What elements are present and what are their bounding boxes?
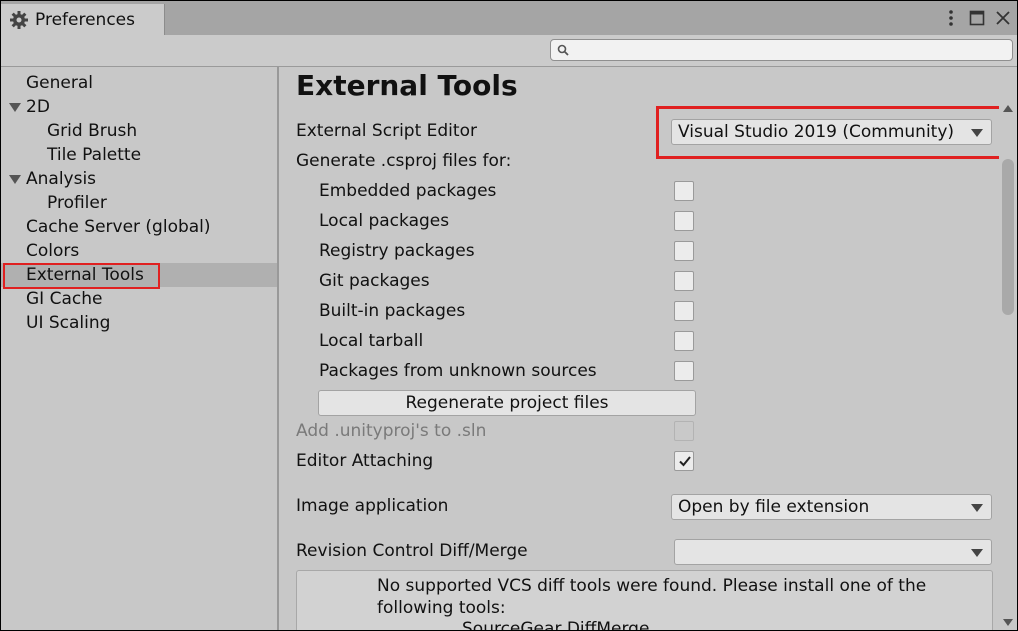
preferences-window: Preferences General 2D Grid Brush Tile P… — [1, 1, 1017, 630]
expand-arrow-icon[interactable] — [9, 175, 21, 184]
search-icon — [557, 44, 569, 56]
sidebar-item-ui-scaling[interactable]: UI Scaling — [1, 311, 277, 335]
sidebar-item-colors[interactable]: Colors — [1, 239, 277, 263]
gear-icon — [10, 10, 28, 29]
image-application-value: Open by file extension — [678, 497, 870, 517]
image-application-dropdown[interactable]: Open by file extension — [671, 494, 992, 520]
chevron-down-icon — [971, 129, 983, 137]
sidebar-item-general[interactable]: General — [1, 71, 277, 95]
registry-packages-checkbox[interactable] — [674, 241, 694, 261]
package-label: Local tarball — [319, 331, 424, 351]
close-icon — [996, 11, 1010, 25]
sidebar-item-label: External Tools — [26, 265, 144, 285]
main-panel: External Tools External Script Editor Vi… — [281, 67, 1017, 630]
sidebar-item-2d[interactable]: 2D — [1, 95, 277, 119]
regenerate-project-files-button[interactable]: Regenerate project files — [318, 390, 696, 416]
vcs-tool-name: SourceGear DiffMerge — [462, 619, 650, 630]
search-input[interactable] — [573, 41, 1012, 59]
window-controls — [941, 7, 1013, 29]
unityproj-label: Add .unityproj's to .sln — [296, 421, 487, 441]
package-label: Packages from unknown sources — [319, 361, 597, 381]
git-packages-checkbox[interactable] — [674, 271, 694, 291]
window-title: Preferences — [35, 9, 135, 30]
scroll-up-icon[interactable] — [1003, 105, 1013, 112]
sidebar-item-label: Profiler — [47, 193, 107, 213]
package-label: Git packages — [319, 271, 430, 291]
embedded-packages-checkbox[interactable] — [674, 181, 694, 201]
script-editor-value: Visual Studio 2019 (Community) — [678, 122, 955, 142]
sidebar-item-cache-server[interactable]: Cache Server (global) — [1, 215, 277, 239]
sidebar-item-label: Analysis — [26, 169, 97, 189]
revision-control-label: Revision Control Diff/Merge — [296, 541, 528, 561]
script-editor-label: External Script Editor — [296, 121, 477, 141]
sidebar: General 2D Grid Brush Tile Palette Analy… — [1, 67, 279, 630]
search-box[interactable] — [550, 39, 1013, 61]
sidebar-item-grid-brush[interactable]: Grid Brush — [1, 119, 277, 143]
preferences-tab[interactable]: Preferences — [1, 4, 165, 35]
sidebar-item-gi-cache[interactable]: GI Cache — [1, 287, 277, 311]
page-title: External Tools — [296, 69, 518, 102]
chevron-down-icon — [971, 549, 983, 557]
package-label: Local packages — [319, 211, 450, 231]
vertical-scrollbar[interactable] — [999, 101, 1017, 630]
sidebar-item-label: 2D — [26, 97, 50, 117]
title-bar: Preferences — [1, 1, 1017, 35]
scroll-thumb[interactable] — [1002, 159, 1014, 315]
sidebar-item-label: Grid Brush — [47, 121, 138, 141]
maximize-button[interactable] — [967, 8, 987, 28]
unityproj-checkbox — [674, 421, 694, 441]
sidebar-item-external-tools[interactable]: External Tools — [1, 263, 277, 287]
package-label: Registry packages — [319, 241, 475, 261]
sidebar-item-analysis[interactable]: Analysis — [1, 167, 277, 191]
editor-attaching-checkbox[interactable] — [674, 451, 694, 471]
sidebar-item-label: Cache Server (global) — [26, 217, 211, 237]
unknown-sources-checkbox[interactable] — [674, 361, 694, 381]
revision-control-dropdown[interactable] — [674, 539, 992, 565]
editor-attaching-label: Editor Attaching — [296, 451, 434, 471]
package-label: Embedded packages — [319, 181, 497, 201]
package-label: Built-in packages — [319, 301, 466, 321]
vcs-help-box: No supported VCS diff tools were found. … — [296, 570, 993, 630]
vcs-help-text: No supported VCS diff tools were found. … — [377, 576, 927, 618]
close-button[interactable] — [993, 8, 1013, 28]
kebab-menu-icon — [949, 10, 953, 26]
sidebar-item-profiler[interactable]: Profiler — [1, 191, 277, 215]
local-packages-checkbox[interactable] — [674, 211, 694, 231]
sidebar-item-label: Colors — [26, 241, 80, 261]
maximize-icon — [969, 10, 985, 26]
local-tarball-checkbox[interactable] — [674, 331, 694, 351]
image-application-label: Image application — [296, 496, 449, 516]
expand-arrow-icon[interactable] — [9, 103, 21, 112]
script-editor-dropdown[interactable]: Visual Studio 2019 (Community) — [671, 119, 992, 145]
scroll-down-icon[interactable] — [1003, 619, 1013, 626]
toolbar — [1, 35, 1017, 67]
sidebar-item-tile-palette[interactable]: Tile Palette — [1, 143, 277, 167]
sidebar-item-label: General — [26, 73, 93, 93]
chevron-down-icon — [971, 504, 983, 512]
sidebar-item-label: Tile Palette — [47, 145, 142, 165]
generate-csproj-label: Generate .csproj files for: — [296, 151, 512, 171]
checkmark-icon — [679, 456, 691, 467]
builtin-packages-checkbox[interactable] — [674, 301, 694, 321]
sidebar-item-label: GI Cache — [26, 289, 103, 309]
sidebar-item-label: UI Scaling — [26, 313, 111, 333]
more-options-button[interactable] — [941, 8, 961, 28]
